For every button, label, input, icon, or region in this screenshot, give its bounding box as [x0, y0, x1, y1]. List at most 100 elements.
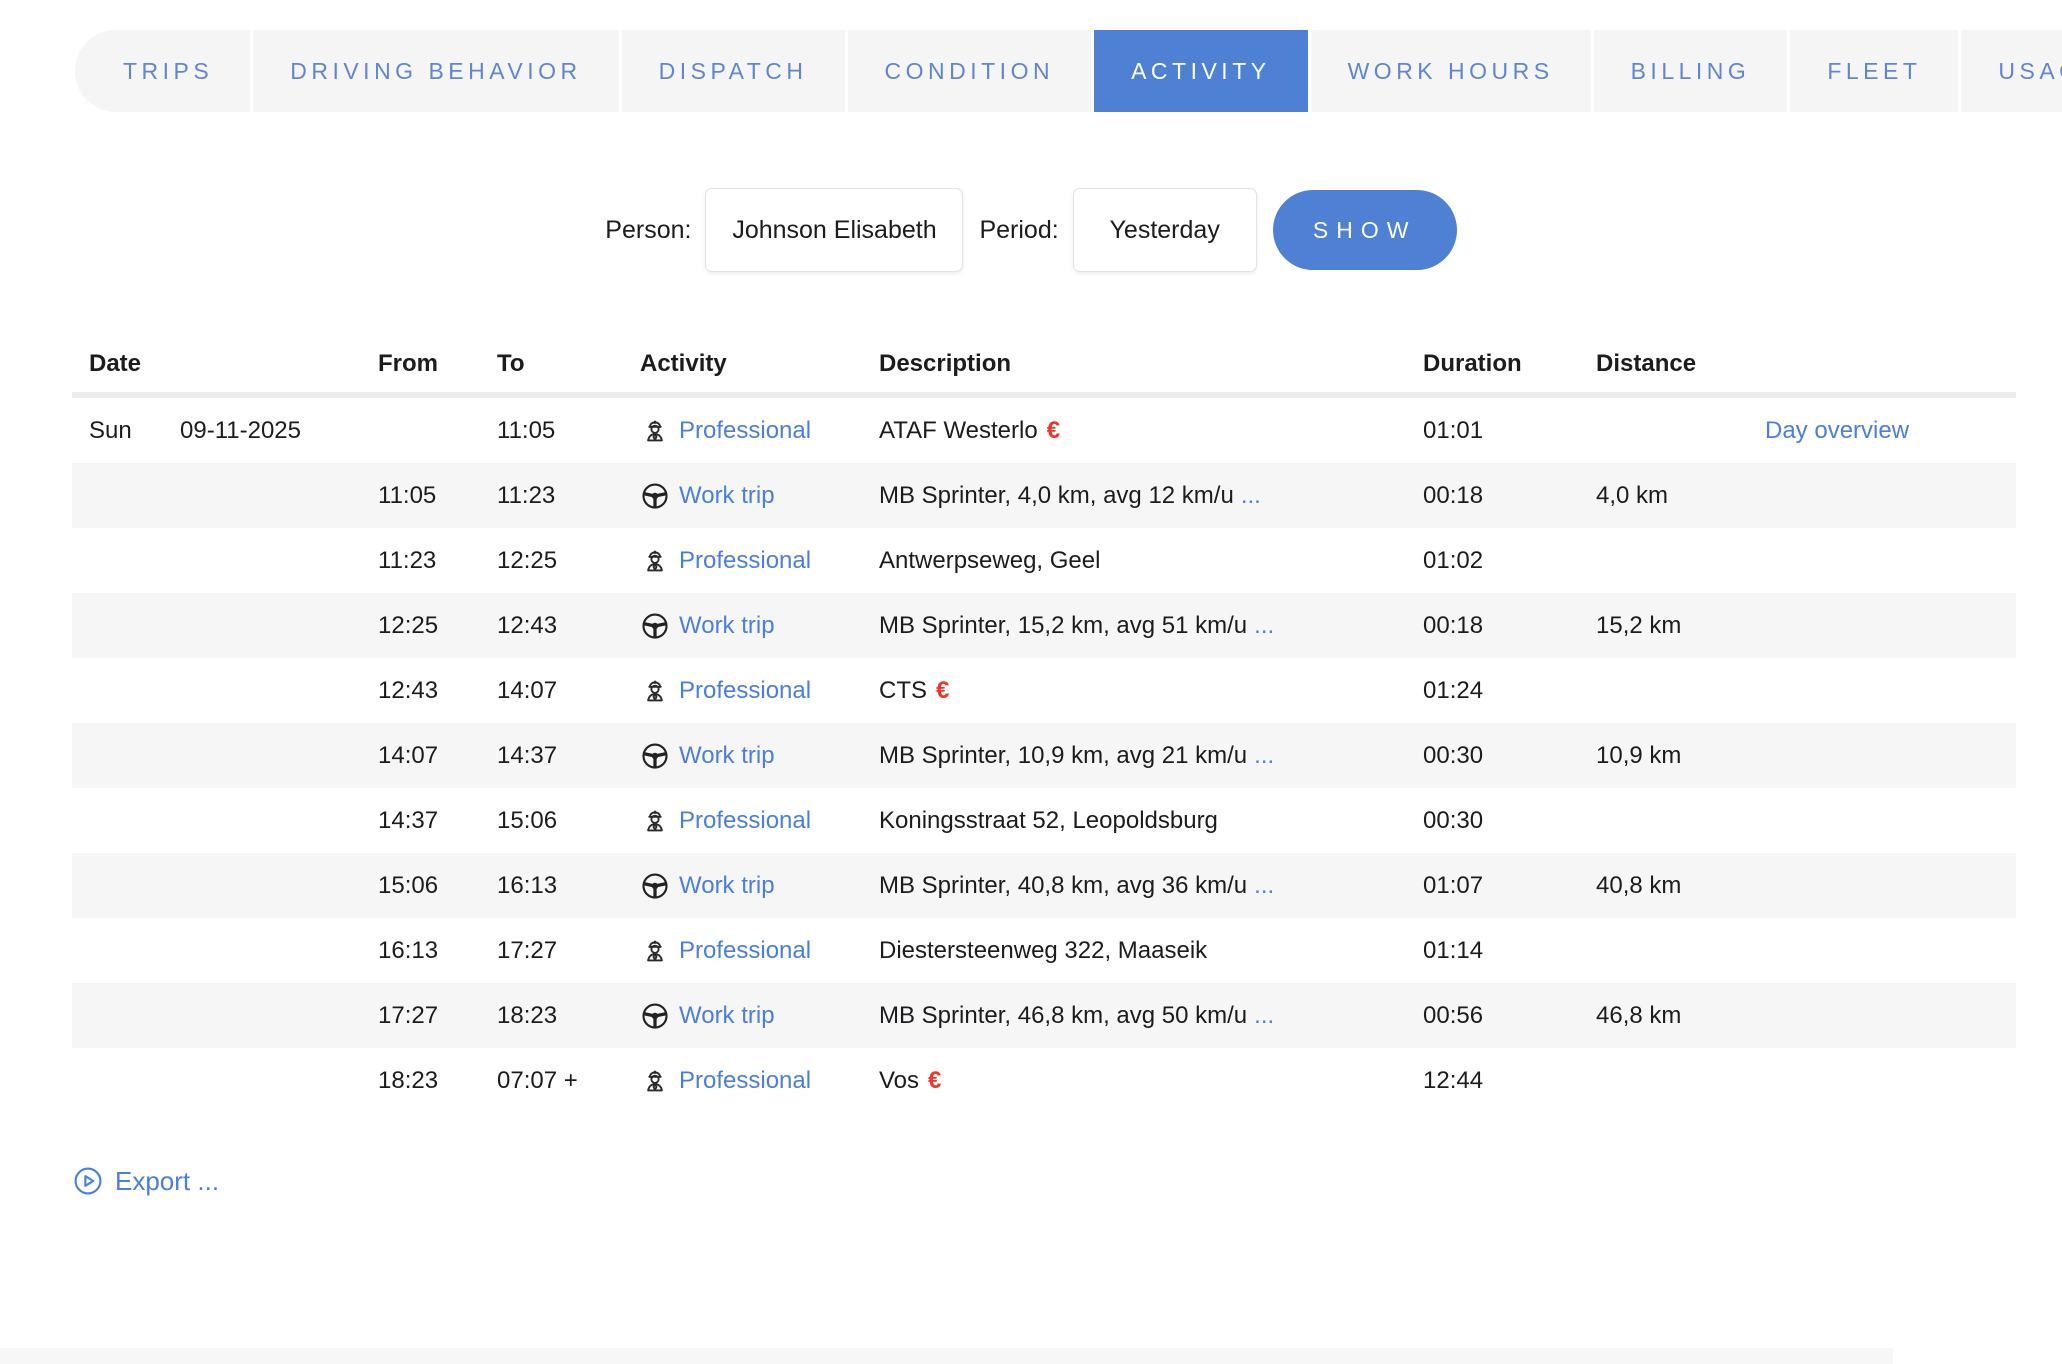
export-link[interactable]: Export ...: [72, 1165, 219, 1197]
euro-icon: €: [928, 1067, 941, 1094]
cell-duration: 00:18: [1423, 612, 1596, 640]
cell-activity: Work trip: [640, 741, 879, 771]
cell-from: 16:13: [378, 937, 497, 965]
steering-wheel-icon: [640, 481, 670, 511]
cell-description-text: MB Sprinter, 4,0 km, avg 12 km/u: [879, 482, 1234, 509]
tab-driving-behavior[interactable]: DRIVING BEHAVIOR: [253, 30, 618, 112]
steering-wheel-icon: [640, 1001, 670, 1031]
tab-fleet[interactable]: FLEET: [1790, 30, 1958, 112]
table-row: 14:37 15:06 Professional Koningsstraat 5…: [72, 788, 2016, 853]
person-label: Person:: [605, 216, 691, 245]
table-row: 12:25 12:43 Work trip MB Sprinter, 15,2 …: [72, 593, 2016, 658]
activity-link[interactable]: Professional: [679, 417, 811, 445]
activity-link[interactable]: Professional: [679, 547, 811, 575]
cell-activity: Professional: [640, 676, 879, 706]
cell-from: 11:05: [378, 482, 497, 510]
activity-link[interactable]: Professional: [679, 807, 811, 835]
cell-day: Sun: [89, 417, 180, 445]
cell-description: Vos €: [879, 1067, 1423, 1095]
worker-icon: [640, 806, 670, 836]
activity-link[interactable]: Professional: [679, 1067, 811, 1095]
show-button[interactable]: SHOW: [1273, 190, 1457, 270]
table-body: Sun 09-11-2025 11:05 Professional ATAF W…: [72, 398, 2016, 1113]
cell-description: MB Sprinter, 15,2 km, avg 51 km/u...: [879, 612, 1423, 640]
cell-distance: 15,2 km: [1596, 612, 1765, 640]
table-row: 14:07 14:37 Work trip MB Sprinter, 10,9 …: [72, 723, 2016, 788]
description-more-link[interactable]: ...: [1254, 742, 1274, 769]
tab-bar: TRIPSDRIVING BEHAVIORDISPATCHCONDITIONAC…: [75, 30, 2062, 112]
cell-to: 12:25: [497, 547, 640, 575]
cell-to: 14:07: [497, 677, 640, 705]
filter-bar: Person: Period: SHOW: [0, 188, 2062, 272]
person-input[interactable]: [705, 188, 963, 272]
tab-condition[interactable]: CONDITION: [848, 30, 1092, 112]
table-row: 12:43 14:07 Professional CTS€ 01:24: [72, 658, 2016, 723]
period-input[interactable]: [1073, 188, 1257, 272]
cell-to: 18:23: [497, 1002, 640, 1030]
activity-link[interactable]: Work trip: [679, 1002, 775, 1030]
cell-from: 14:07: [378, 742, 497, 770]
footer-strip: [0, 1348, 1893, 1364]
description-more-link[interactable]: ...: [1254, 1002, 1274, 1029]
table-row: 18:23 07:07 + Professional Vos€ 12:44: [72, 1048, 2016, 1113]
activity-link[interactable]: Professional: [679, 937, 811, 965]
activity-link[interactable]: Work trip: [679, 482, 775, 510]
cell-distance: 10,9 km: [1596, 742, 1765, 770]
cell-distance: 4,0 km: [1596, 482, 1765, 510]
tab-work-hours[interactable]: WORK HOURS: [1311, 30, 1591, 112]
cell-distance: 46,8 km: [1596, 1002, 1765, 1030]
cell-description: Koningsstraat 52, Leopoldsburg: [879, 807, 1423, 835]
tab-trips[interactable]: TRIPS: [75, 30, 250, 112]
activity-link[interactable]: Work trip: [679, 872, 775, 900]
table-row: 11:23 12:25 Professional Antwerpseweg, G…: [72, 528, 2016, 593]
worker-icon: [640, 1066, 670, 1096]
cell-activity: Work trip: [640, 871, 879, 901]
cell-activity: Professional: [640, 416, 879, 446]
activity-link[interactable]: Work trip: [679, 742, 775, 770]
cell-description: MB Sprinter, 40,8 km, avg 36 km/u...: [879, 872, 1423, 900]
description-more-link[interactable]: ...: [1254, 612, 1274, 639]
cell-duration: 01:24: [1423, 677, 1596, 705]
worker-icon: [640, 676, 670, 706]
steering-wheel-icon: [640, 611, 670, 641]
day-overview-link[interactable]: Day overview: [1765, 417, 2016, 445]
cell-activity: Work trip: [640, 481, 879, 511]
worker-icon: [640, 416, 670, 446]
header-duration: Duration: [1423, 350, 1596, 378]
cell-date: 09-11-2025: [180, 417, 378, 445]
header-to: To: [497, 350, 640, 378]
cell-activity: Work trip: [640, 611, 879, 641]
tab-dispatch[interactable]: DISPATCH: [622, 30, 845, 112]
worker-icon: [640, 546, 670, 576]
tab-billing[interactable]: BILLING: [1594, 30, 1788, 112]
cell-description: MB Sprinter, 10,9 km, avg 21 km/u...: [879, 742, 1423, 770]
period-label: Period:: [979, 216, 1058, 245]
cell-description-text: MB Sprinter, 46,8 km, avg 50 km/u: [879, 1002, 1247, 1029]
cell-from: 18:23: [378, 1067, 497, 1095]
cell-from: 11:23: [378, 547, 497, 575]
cell-duration: 00:30: [1423, 742, 1596, 770]
description-more-link[interactable]: ...: [1254, 872, 1274, 899]
cell-to: 11:23: [497, 482, 640, 510]
cell-description-text: MB Sprinter, 10,9 km, avg 21 km/u: [879, 742, 1247, 769]
activity-link[interactable]: Work trip: [679, 612, 775, 640]
table-row: 17:27 18:23 Work trip MB Sprinter, 46,8 …: [72, 983, 2016, 1048]
cell-to: 16:13: [497, 872, 640, 900]
tab-usage[interactable]: USAGE: [1961, 30, 2062, 112]
cell-description-text: CTS: [879, 677, 927, 704]
tab-activity[interactable]: ACTIVITY: [1094, 30, 1308, 112]
export-label: Export ...: [115, 1166, 219, 1197]
cell-description: Antwerpseweg, Geel: [879, 547, 1423, 575]
export-play-icon: [72, 1165, 104, 1197]
cell-description-text: Vos: [879, 1067, 919, 1094]
description-more-link[interactable]: ...: [1241, 482, 1261, 509]
cell-activity: Professional: [640, 1066, 879, 1096]
euro-icon: €: [936, 677, 949, 704]
header-distance: Distance: [1596, 350, 1765, 378]
cell-duration: 00:18: [1423, 482, 1596, 510]
cell-to: 15:06: [497, 807, 640, 835]
table-row: Sun 09-11-2025 11:05 Professional ATAF W…: [72, 398, 2016, 463]
cell-to: 12:43: [497, 612, 640, 640]
header-description: Description: [879, 350, 1423, 378]
activity-link[interactable]: Professional: [679, 677, 811, 705]
